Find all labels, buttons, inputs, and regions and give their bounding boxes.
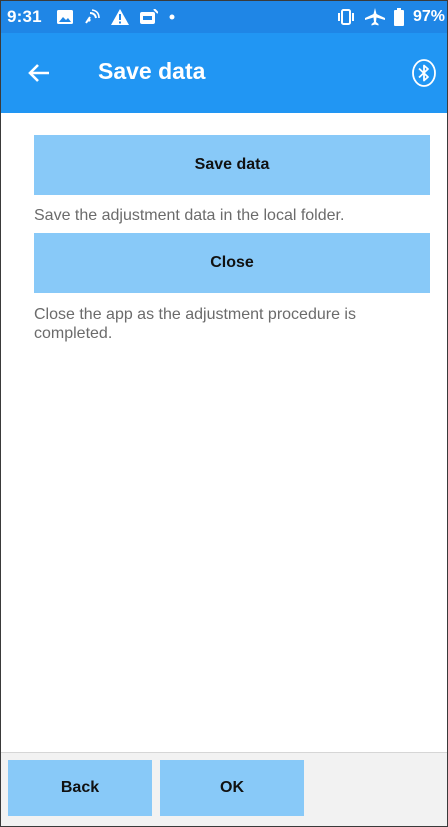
close-button[interactable]: Close <box>34 233 430 293</box>
vibrate-icon <box>336 9 356 25</box>
battery-percent: 97% <box>412 8 445 25</box>
save-data-description: Save the adjustment data in the local fo… <box>34 207 345 224</box>
app-screen: 9:31 97% Save data Save data Save the ad… <box>0 0 448 827</box>
arrow-back-icon[interactable] <box>25 59 53 87</box>
airplane-icon <box>364 8 385 26</box>
page-title: Save data <box>98 58 206 84</box>
bluetooth-icon[interactable] <box>411 59 437 87</box>
ok-button[interactable]: OK <box>160 760 304 816</box>
save-data-button[interactable]: Save data <box>34 135 430 195</box>
system-icons: 97% <box>336 5 445 29</box>
status-bar: 9:31 97% <box>1 1 447 33</box>
app-icon <box>140 9 158 25</box>
dot-icon <box>169 14 175 20</box>
notification-icons <box>57 5 175 29</box>
app-bar: Save data <box>1 33 447 113</box>
image-icon <box>57 10 73 24</box>
cast-icon <box>84 9 100 25</box>
battery-icon <box>393 8 404 26</box>
back-button[interactable]: Back <box>8 760 152 816</box>
close-description: Close the app as the adjustment procedur… <box>34 306 356 342</box>
warning-icon <box>111 9 129 25</box>
status-time: 9:31 <box>7 7 42 26</box>
